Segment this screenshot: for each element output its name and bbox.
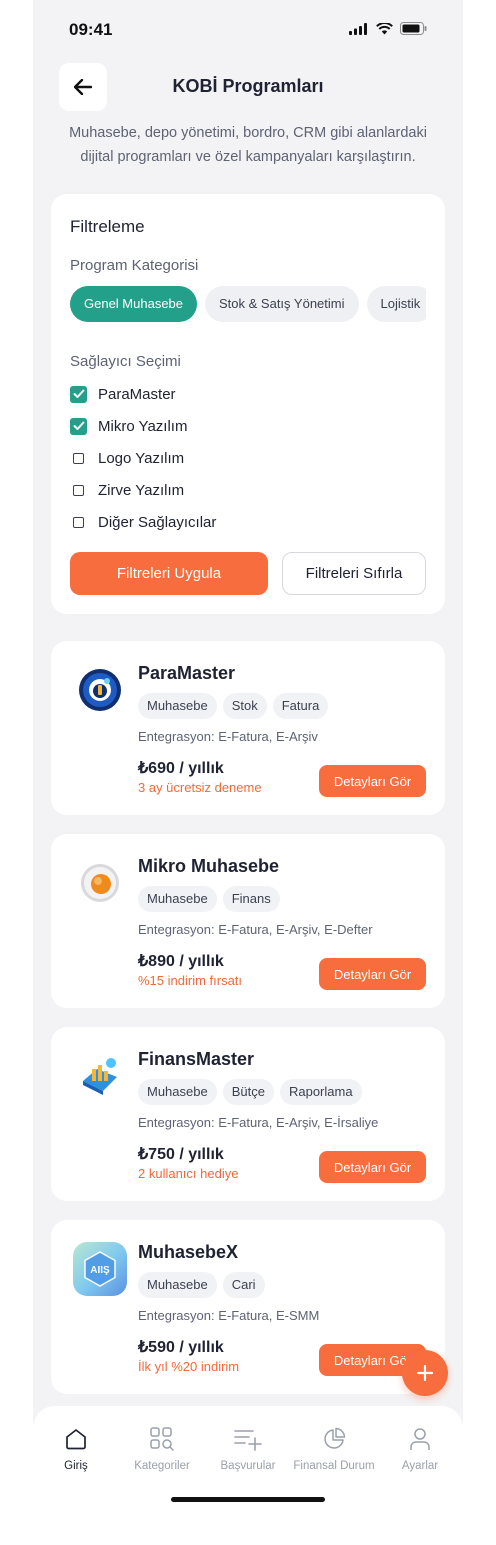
provider-diger[interactable]: Diğer Sağlayıcılar bbox=[70, 511, 216, 533]
product-tags: Muhasebe Bütçe Raporlama bbox=[138, 1079, 362, 1105]
provider-label-text: Zirve Yazılım bbox=[98, 481, 185, 499]
product-tag: Stok bbox=[222, 693, 267, 719]
product-integration: Entegrasyon: E-Fatura, E-SMM bbox=[138, 1308, 320, 1323]
tab-label: Giriş bbox=[64, 1460, 88, 1472]
filter-card: Filtreleme Program Kategorisi Genel Muha… bbox=[51, 194, 445, 614]
provider-paramaster[interactable]: ParaMaster bbox=[70, 383, 176, 405]
product-tag: Fatura bbox=[272, 693, 329, 719]
tab-label: Finansal Durum bbox=[293, 1460, 375, 1472]
product-tag: Cari bbox=[222, 1272, 265, 1298]
product-promo: 3 ay ücretsiz deneme bbox=[138, 780, 262, 795]
product-tag: Finans bbox=[222, 886, 280, 912]
user-icon bbox=[410, 1428, 430, 1450]
product-integration: Entegrasyon: E-Fatura, E-Arşiv, E-İrsali… bbox=[138, 1115, 379, 1130]
filter-title: Filtreleme bbox=[70, 217, 145, 236]
status-icons bbox=[349, 22, 427, 35]
checkbox-unchecked[interactable] bbox=[73, 484, 84, 496]
provider-label: Sağlayıcı Seçimi bbox=[70, 353, 181, 370]
chip-genel-muhasebe[interactable]: Genel Muhasebe bbox=[70, 286, 198, 322]
tab-label: Kategoriler bbox=[134, 1460, 190, 1472]
category-label: Program Kategorisi bbox=[70, 257, 199, 274]
category-chips: Genel Muhasebe Stok & Satış Yönetimi Lojis… bbox=[70, 286, 426, 324]
checkbox-checked[interactable] bbox=[70, 417, 87, 435]
product-integration: Entegrasyon: E-Fatura, E-Arşiv bbox=[138, 729, 318, 744]
page-title: KOBİ Programları bbox=[172, 76, 324, 96]
home-icon bbox=[66, 1429, 86, 1450]
details-button[interactable]: Detayları Gör bbox=[319, 1151, 426, 1183]
provider-zirve-yazilim[interactable]: Zirve Yazılım bbox=[70, 479, 184, 501]
muhasebex-logo-text: AIIŞ bbox=[90, 1265, 110, 1276]
details-button[interactable]: Detayları Gör bbox=[319, 958, 426, 990]
product-promo: 2 kullanıcı hediye bbox=[138, 1166, 239, 1181]
tab-basvurular[interactable]: Başvurular bbox=[205, 1424, 291, 1472]
product-price: ₺690 / yıllık bbox=[138, 760, 224, 777]
product-tag: Muhasebe bbox=[138, 886, 217, 912]
product-price: ₺590 / yıllık bbox=[138, 1339, 224, 1356]
provider-label-text: Mikro Yazılım bbox=[98, 417, 188, 435]
details-button[interactable]: Detayları Gör bbox=[319, 765, 426, 797]
provider-mikro-yazilim[interactable]: Mikro Yazılım bbox=[70, 415, 187, 437]
provider-label-text: ParaMaster bbox=[98, 385, 176, 403]
battery-icon bbox=[400, 22, 427, 35]
page-subtitle: Muhasebe, depo yönetimi, bordro, CRM gib… bbox=[69, 125, 427, 165]
apply-filters-button[interactable]: Filtreleri Uygula bbox=[70, 552, 268, 595]
tab-giris[interactable]: Giriş bbox=[33, 1424, 119, 1472]
bottom-tab-bar: Giriş Kategoriler Başvurular Finansal Du… bbox=[33, 1406, 463, 1510]
categories-icon bbox=[150, 1427, 174, 1451]
provider-label-text: Diğer Sağlayıcılar bbox=[98, 513, 217, 531]
status-bar: 09:41 bbox=[33, 0, 463, 60]
product-promo: İlk yıl %20 indirim bbox=[138, 1359, 240, 1374]
product-tag: Muhasebe bbox=[138, 1272, 217, 1298]
checkbox-unchecked[interactable] bbox=[73, 516, 84, 528]
check-icon bbox=[73, 421, 84, 430]
product-promo: %15 indirim fırsatı bbox=[138, 973, 243, 988]
product-tags: Muhasebe Stok Fatura bbox=[138, 693, 329, 719]
check-icon bbox=[73, 389, 84, 398]
finansmaster-logo-icon bbox=[73, 1049, 127, 1103]
product-tags: Muhasebe Cari bbox=[138, 1272, 265, 1298]
mikro-logo-icon bbox=[73, 856, 127, 910]
product-name: MuhasebeX bbox=[138, 1242, 239, 1262]
provider-logo-yazilim[interactable]: Logo Yazılım bbox=[70, 447, 184, 469]
product-card-mikro: Mikro Muhasebe Muhasebe Finans Entegrasy… bbox=[51, 834, 445, 1008]
chip-stok-satis[interactable]: Stok & Satış Yönetimi bbox=[205, 286, 359, 322]
tab-label: Başvurular bbox=[220, 1460, 276, 1472]
product-tag: Muhasebe bbox=[138, 693, 217, 719]
home-indicator bbox=[171, 1497, 325, 1502]
product-name: FinansMaster bbox=[138, 1049, 255, 1069]
product-name: Mikro Muhasebe bbox=[138, 856, 280, 876]
status-time: 09:41 bbox=[69, 20, 113, 39]
product-card-finansmaster: FinansMaster Muhasebe Bütçe Raporlama En… bbox=[51, 1027, 445, 1201]
checkbox-unchecked[interactable] bbox=[73, 452, 84, 464]
product-price: ₺890 / yıllık bbox=[138, 953, 224, 970]
tab-kategoriler[interactable]: Kategoriler bbox=[119, 1424, 205, 1472]
provider-label-text: Logo Yazılım bbox=[98, 449, 185, 467]
chip-lojistik[interactable]: Lojistik bbox=[366, 286, 426, 322]
product-tags: Muhasebe Finans bbox=[138, 886, 280, 912]
pie-chart-icon bbox=[324, 1427, 346, 1449]
add-fab-button[interactable] bbox=[402, 1350, 448, 1396]
reset-filters-button[interactable]: Filtreleri Sıfırla bbox=[282, 552, 426, 595]
tab-label: Ayarlar bbox=[401, 1460, 439, 1472]
product-price: ₺750 / yıllık bbox=[138, 1146, 224, 1163]
product-name: ParaMaster bbox=[138, 663, 236, 683]
product-integration: Entegrasyon: E-Fatura, E-Arşiv, E-Defter bbox=[138, 922, 373, 937]
tab-ayarlar[interactable]: Ayarlar bbox=[377, 1424, 463, 1472]
muhasebex-logo-icon: AIIŞ bbox=[73, 1242, 127, 1296]
phone-screen: 09:41 KOBİ Programları Muhasebe, depo yö… bbox=[33, 0, 463, 1510]
signal-icon bbox=[349, 22, 367, 35]
wifi-icon bbox=[376, 22, 393, 34]
applications-icon bbox=[234, 1430, 262, 1451]
product-tag: Muhasebe bbox=[138, 1079, 217, 1105]
product-card-muhasebex: AIIŞ MuhasebeX Muhasebe Cari Entegrasyon… bbox=[51, 1220, 445, 1394]
paramaster-logo-icon bbox=[73, 663, 127, 717]
product-card-paramaster: ParaMaster Muhasebe Stok Fatura Entegras… bbox=[51, 641, 445, 815]
plus-icon bbox=[416, 1364, 434, 1382]
tab-finansal-durum[interactable]: Finansal Durum bbox=[291, 1424, 377, 1472]
product-tag: Raporlama bbox=[279, 1079, 362, 1105]
product-tag: Bütçe bbox=[222, 1079, 274, 1105]
checkbox-checked[interactable] bbox=[70, 385, 87, 403]
